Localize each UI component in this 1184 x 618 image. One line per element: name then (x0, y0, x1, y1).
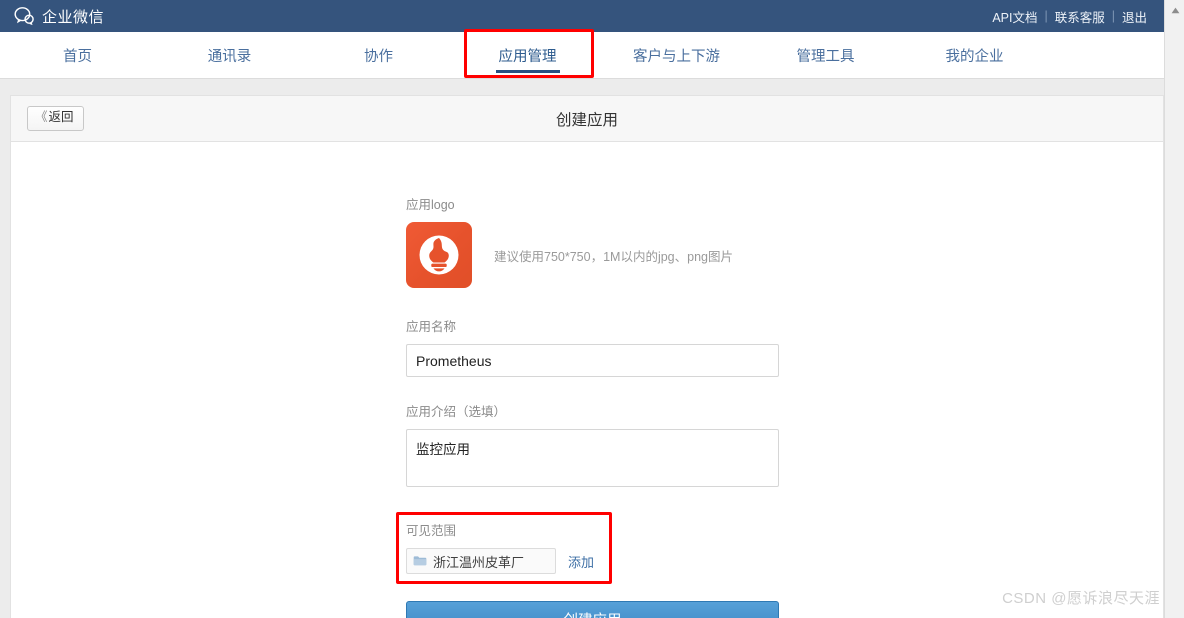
folder-icon (413, 555, 427, 567)
main-navigation: 首页 通讯录 协作 应用管理 客户与上下游 管理工具 我的企业 (0, 32, 1164, 79)
app-logo-hint: 建议使用750*750，1M以内的jpg、png图片 (494, 249, 733, 264)
visible-scope-label: 可见范围 (406, 524, 457, 538)
app-logo-row: 建议使用750*750，1M以内的jpg、png图片 (406, 222, 1163, 288)
page-title: 创建应用 (555, 111, 618, 129)
add-scope-link[interactable]: 添加 (568, 552, 594, 571)
nav-item-my-enterprise[interactable]: 我的企业 (900, 32, 1049, 78)
field-visible-scope: 可见范围 浙江温州皮革厂 添加 (396, 512, 612, 584)
top-bar: 企业微信 API文档 | 联系客服 | 退出 (0, 0, 1164, 32)
panel-header: 《返回 创建应用 (11, 96, 1163, 142)
field-app-name: 应用名称 (396, 316, 1163, 377)
logout-link[interactable]: 退出 (1115, 7, 1154, 26)
create-app-form: 应用logo 建议使用750*750，1M以内的jpg、png图片 应用名称 P… (11, 142, 1163, 618)
vertical-scrollbar[interactable] (1164, 0, 1184, 618)
app-name-label: 应用名称 (406, 320, 457, 334)
nav-item-app-management[interactable]: 应用管理 (453, 32, 602, 78)
back-button-label: 返回 (48, 110, 74, 125)
app-name-input[interactable] (406, 344, 779, 377)
watermark: CSDN @愿诉浪尽天涯 (1002, 590, 1160, 607)
top-bar-links: API文档 | 联系客服 | 退出 (985, 7, 1164, 26)
brand-text: 企业微信 (42, 8, 105, 26)
back-chevron-icon: 《 (35, 110, 48, 125)
scroll-up-arrow-icon[interactable] (1165, 0, 1184, 20)
page-root: 企业微信 API文档 | 联系客服 | 退出 首页 通讯录 协作 应用管理 客户… (0, 0, 1184, 618)
api-doc-link[interactable]: API文档 (985, 7, 1044, 26)
nav-item-customers[interactable]: 客户与上下游 (602, 32, 751, 78)
contact-support-link[interactable]: 联系客服 (1048, 7, 1112, 26)
app-description-textarea[interactable] (406, 429, 779, 487)
field-app-description: 应用介绍（选填） (396, 401, 1163, 492)
visible-scope-row: 浙江温州皮革厂 添加 (406, 548, 602, 574)
scope-tag-department[interactable]: 浙江温州皮革厂 (406, 548, 556, 574)
nav-list: 首页 通讯录 协作 应用管理 客户与上下游 管理工具 我的企业 (0, 32, 1164, 78)
create-app-button[interactable]: 创建应用 (406, 601, 779, 618)
field-app-logo: 应用logo 建议使用750*750，1M以内的jpg、png图片 (396, 194, 1163, 288)
nav-item-admin-tools[interactable]: 管理工具 (751, 32, 900, 78)
chat-bubble-icon (14, 6, 36, 26)
app-description-label: 应用介绍（选填） (406, 405, 507, 419)
nav-item-collaboration[interactable]: 协作 (304, 32, 453, 78)
nav-item-home[interactable]: 首页 (0, 32, 155, 78)
back-button[interactable]: 《返回 (27, 106, 84, 131)
scope-tag-label: 浙江温州皮革厂 (433, 554, 525, 570)
nav-item-contacts[interactable]: 通讯录 (155, 32, 304, 78)
prometheus-logo[interactable] (406, 222, 472, 288)
content-panel: 《返回 创建应用 应用logo 建议使用750*750，1M以内的jpg、png… (10, 95, 1164, 618)
app-logo-label: 应用logo (406, 198, 455, 212)
brand[interactable]: 企业微信 (14, 6, 104, 27)
